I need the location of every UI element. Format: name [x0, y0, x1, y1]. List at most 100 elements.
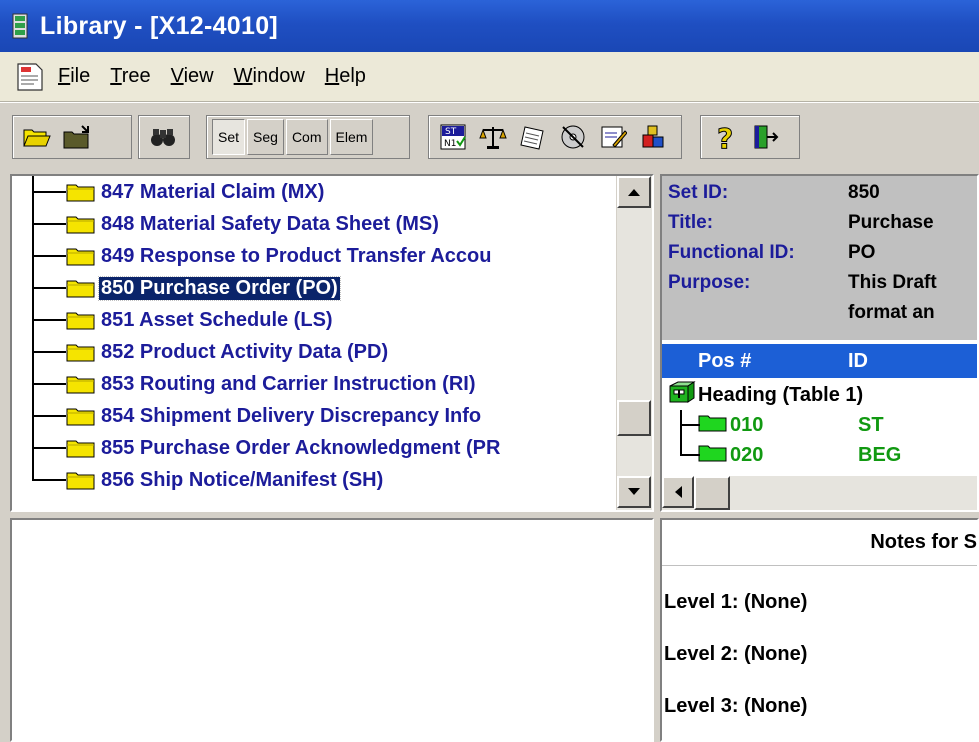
svg-text:N1: N1: [444, 139, 456, 149]
notepad-icon[interactable]: [515, 119, 551, 155]
segment-pos: 020: [730, 443, 764, 466]
toolbar-help-group: ?: [700, 115, 800, 159]
element-view-button[interactable]: Elem: [329, 119, 374, 155]
tree-connector: [32, 287, 66, 289]
tree-item-label: 851 Asset Schedule (LS): [101, 308, 333, 331]
toolbar-file-group: [12, 115, 132, 159]
svg-text:ST: ST: [445, 127, 457, 137]
menu-tree[interactable]: Tree: [110, 65, 150, 88]
title-row: Title: Purchase: [668, 208, 975, 238]
tree-item-label: 850 Purchase Order (PO): [98, 275, 341, 301]
menu-file[interactable]: File: [58, 65, 90, 88]
id-column-header[interactable]: ID: [848, 350, 868, 373]
tree-item[interactable]: 850 Purchase Order (PO): [12, 272, 618, 304]
tree-connector: [32, 464, 34, 480]
table-icon: [666, 380, 696, 410]
tree-item[interactable]: 852 Product Activity Data (PD): [12, 336, 618, 368]
tree-item[interactable]: 848 Material Safety Data Sheet (MS): [12, 208, 618, 240]
menu-help[interactable]: Help: [325, 65, 366, 88]
arrow-down-icon: [628, 488, 640, 495]
tree-item[interactable]: 847 Material Claim (MX): [12, 176, 618, 208]
tree-item[interactable]: 856 Ship Notice/Manifest (SH): [12, 464, 618, 496]
tree-connector: [32, 351, 66, 353]
segment-list: Heading (Table 1) 010 ST 020 BEG: [662, 380, 977, 470]
tree-item-label: 854 Shipment Delivery Discrepancy Info: [101, 404, 482, 427]
notes-pane: Notes for S Level 1: (None) Level 2: (No…: [660, 518, 979, 742]
tree-connector: [32, 479, 66, 481]
scroll-up-button[interactable]: [617, 176, 651, 208]
segment-folder-icon: [698, 442, 728, 468]
menu-bar: File Tree View Window Help: [0, 52, 979, 102]
folder-icon: [66, 246, 96, 266]
tree-connector: [32, 415, 66, 417]
document-icon[interactable]: [14, 61, 46, 93]
transaction-set-tree: 847 Material Claim (MX) 848 Material Safe…: [10, 174, 654, 512]
purpose-value-line2: format an: [848, 302, 935, 323]
tree-item[interactable]: 854 Shipment Delivery Discrepancy Info: [12, 400, 618, 432]
title-label: Title:: [668, 212, 714, 233]
folder-icon: [66, 342, 96, 362]
toolbar-find-group: [138, 115, 190, 159]
segment-columns-header: Pos # ID: [662, 344, 977, 378]
purpose-row: Purpose: This Draft: [668, 268, 975, 298]
tree-item-label: 847 Material Claim (MX): [101, 180, 325, 203]
tree-item-label: 856 Ship Notice/Manifest (SH): [101, 468, 384, 491]
title-value: Purchase: [848, 212, 934, 233]
tree-connector: [32, 255, 66, 257]
purpose-row-2: format an: [668, 298, 975, 328]
purpose-label: Purpose:: [668, 272, 751, 293]
tree-connector: [32, 319, 66, 321]
segment-row[interactable]: 020 BEG: [662, 440, 977, 470]
exit-door-icon[interactable]: [747, 119, 783, 155]
open-folder-icon[interactable]: [19, 119, 55, 155]
scales-icon[interactable]: [475, 119, 511, 155]
tree-vertical-scrollbar[interactable]: [616, 176, 652, 510]
segment-folder-icon: [698, 412, 728, 438]
binoculars-icon[interactable]: [145, 119, 181, 155]
folder-icon: [66, 406, 96, 426]
tree-item[interactable]: 853 Routing and Carrier Instruction (RI): [12, 368, 618, 400]
menu-view[interactable]: View: [171, 65, 214, 88]
tree-item-label: 848 Material Safety Data Sheet (MS): [101, 212, 439, 235]
set-id-value: 850: [848, 182, 880, 203]
tree-item-label: 855 Purchase Order Acknowledgment (PR: [101, 436, 501, 459]
horizontal-scroll-thumb[interactable]: [694, 476, 730, 510]
tree-connector: [32, 223, 66, 225]
segment-row[interactable]: 010 ST: [662, 410, 977, 440]
folder-icon: [66, 310, 96, 330]
tree-item[interactable]: 855 Purchase Order Acknowledgment (PR: [12, 432, 618, 464]
tree-connector: [32, 447, 66, 449]
folder-icon: [66, 374, 96, 394]
tree-connector: [32, 383, 66, 385]
help-icon[interactable]: ?: [707, 119, 743, 155]
detail-pane: [10, 518, 654, 742]
folder-icon: [66, 214, 96, 234]
menu-window[interactable]: Window: [234, 65, 305, 88]
scroll-down-button[interactable]: [617, 476, 651, 508]
scroll-left-button[interactable]: [662, 476, 694, 508]
tree-item[interactable]: 851 Asset Schedule (LS): [12, 304, 618, 336]
tree-item[interactable]: 849 Response to Product Transfer Accou: [12, 240, 618, 272]
set-info-header: Set ID: 850 Title: Purchase Functional I…: [662, 176, 977, 340]
set-view-button[interactable]: Set: [212, 119, 246, 155]
export-folder-icon[interactable]: [59, 119, 95, 155]
st-n1-icon[interactable]: ST N1: [435, 119, 471, 155]
functional-id-label: Functional ID:: [668, 242, 795, 263]
tree-item-label: 849 Response to Product Transfer Accou: [101, 244, 492, 267]
edit-document-icon[interactable]: [595, 119, 631, 155]
svg-text:?: ?: [717, 122, 733, 152]
folder-icon: [66, 182, 96, 202]
segment-horizontal-scrollbar[interactable]: [662, 476, 977, 510]
scroll-thumb[interactable]: [617, 400, 651, 436]
functional-id-value: PO: [848, 242, 876, 263]
pos-column-header[interactable]: Pos #: [698, 350, 848, 373]
blocks-icon[interactable]: [635, 119, 671, 155]
disk-search-icon[interactable]: [555, 119, 591, 155]
app-icon: [10, 12, 32, 40]
folder-icon: [66, 278, 96, 298]
arrow-up-icon: [628, 189, 640, 196]
notes-title: Notes for S: [662, 520, 977, 566]
composite-view-button[interactable]: Com: [285, 119, 328, 155]
heading-table-row[interactable]: Heading (Table 1): [662, 380, 977, 410]
segment-view-button[interactable]: Seg: [247, 119, 284, 155]
